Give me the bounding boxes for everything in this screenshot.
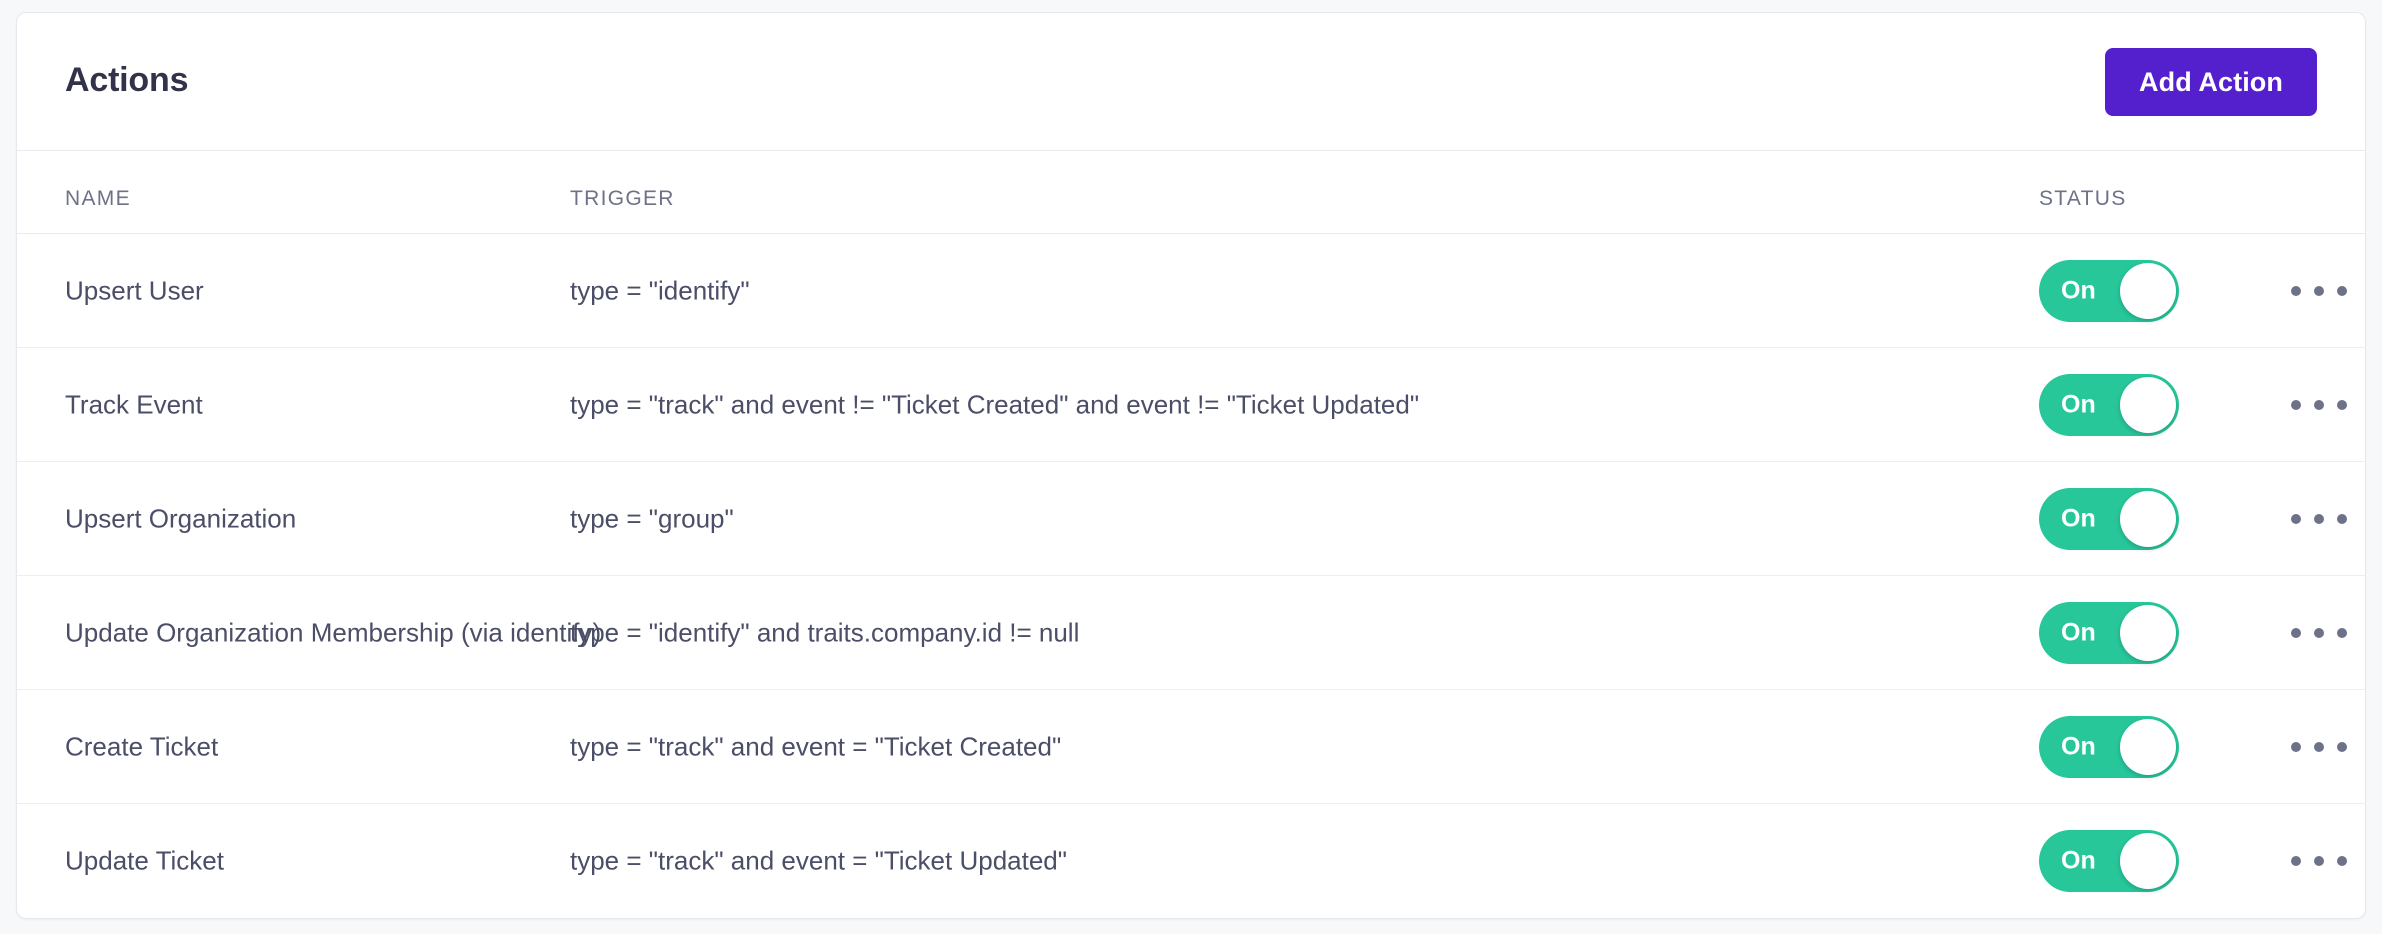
- table-row[interactable]: Update Ticket type = "track" and event = …: [17, 804, 2365, 918]
- ellipsis-horizontal-icon: [2337, 399, 2347, 410]
- ellipsis-horizontal-icon: [2314, 285, 2324, 296]
- status-toggle-label: On: [2061, 732, 2096, 760]
- ellipsis-horizontal-icon: [2314, 399, 2324, 410]
- status-toggle-knob: [2120, 376, 2176, 433]
- ellipsis-horizontal-icon: [2314, 513, 2324, 524]
- status-toggle-knob: [2120, 604, 2176, 661]
- ellipsis-horizontal-icon: [2291, 513, 2301, 524]
- ellipsis-horizontal-icon: [2291, 856, 2301, 866]
- ellipsis-horizontal-icon: [2337, 513, 2347, 524]
- table-body: Upsert User type = "identify" On Track Even…: [17, 234, 2365, 918]
- column-header-status: STATUS: [2039, 187, 2127, 210]
- card-header: Actions Add Action: [17, 13, 2365, 151]
- action-name: Update Ticket: [65, 845, 224, 876]
- ellipsis-horizontal-icon: [2337, 285, 2347, 296]
- status-toggle-knob: [2120, 833, 2176, 889]
- status-toggle-label: On: [2061, 846, 2096, 875]
- action-trigger: type = "track" and event = "Ticket Creat…: [570, 730, 1062, 761]
- row-actions-menu-button[interactable]: [2289, 841, 2349, 881]
- ellipsis-horizontal-icon: [2291, 399, 2301, 410]
- table-row[interactable]: Create Ticket type = "track" and event = …: [17, 690, 2365, 804]
- action-name: Upsert Organization: [65, 502, 297, 533]
- action-name: Update Organization Membership (via iden…: [65, 616, 602, 647]
- action-name: Upsert User: [65, 274, 204, 305]
- table-row[interactable]: Track Event type = "track" and event != "…: [17, 348, 2365, 462]
- action-trigger: type = "track" and event != "Ticket Crea…: [570, 388, 1420, 419]
- status-toggle-label: On: [2061, 276, 2096, 304]
- ellipsis-horizontal-icon: [2291, 285, 2301, 296]
- row-actions-menu-button[interactable]: [2289, 613, 2349, 653]
- action-trigger: type = "group": [570, 502, 734, 533]
- ellipsis-horizontal-icon: [2314, 856, 2324, 866]
- ellipsis-horizontal-icon: [2337, 856, 2347, 866]
- status-toggle[interactable]: On: [2039, 487, 2179, 550]
- row-actions-menu-button[interactable]: [2289, 499, 2349, 539]
- row-actions-menu-button[interactable]: [2289, 271, 2349, 311]
- action-trigger: type = "identify": [570, 274, 750, 305]
- status-toggle-knob: [2120, 490, 2176, 547]
- ellipsis-horizontal-icon: [2337, 627, 2347, 638]
- ellipsis-horizontal-icon: [2291, 627, 2301, 638]
- status-toggle-knob: [2120, 262, 2176, 319]
- action-name: Create Ticket: [65, 730, 219, 761]
- row-actions-menu-button[interactable]: [2289, 727, 2349, 767]
- column-header-name: NAME: [65, 187, 131, 210]
- page-title: Actions: [65, 61, 189, 99]
- status-toggle-label: On: [2061, 390, 2096, 418]
- status-toggle-knob: [2120, 718, 2176, 775]
- column-header-trigger: TRIGGER: [570, 187, 675, 210]
- action-trigger: type = "track" and event = "Ticket Updat…: [570, 845, 1067, 876]
- page-root: Actions Add Action NAME TRIGGER STATUS U…: [0, 0, 2382, 934]
- status-toggle-label: On: [2061, 504, 2096, 532]
- table-row[interactable]: Upsert Organization type = "group" On: [17, 462, 2365, 576]
- status-toggle[interactable]: On: [2039, 259, 2179, 322]
- row-actions-menu-button[interactable]: [2289, 385, 2349, 425]
- table-row[interactable]: Upsert User type = "identify" On: [17, 234, 2365, 348]
- ellipsis-horizontal-icon: [2291, 741, 2301, 752]
- status-toggle[interactable]: On: [2039, 830, 2179, 892]
- status-toggle[interactable]: On: [2039, 601, 2179, 664]
- action-trigger: type = "identify" and traits.company.id …: [570, 616, 1080, 647]
- action-name: Track Event: [65, 388, 203, 419]
- status-toggle[interactable]: On: [2039, 373, 2179, 436]
- ellipsis-horizontal-icon: [2314, 627, 2324, 638]
- add-action-button[interactable]: Add Action: [2105, 48, 2317, 116]
- actions-card: Actions Add Action NAME TRIGGER STATUS U…: [16, 12, 2366, 919]
- table-header-row: NAME TRIGGER STATUS: [17, 151, 2365, 234]
- ellipsis-horizontal-icon: [2337, 741, 2347, 752]
- ellipsis-horizontal-icon: [2314, 741, 2324, 752]
- actions-table: NAME TRIGGER STATUS Upsert User type = "i…: [17, 151, 2365, 918]
- table-row[interactable]: Update Organization Membership (via iden…: [17, 576, 2365, 690]
- status-toggle[interactable]: On: [2039, 715, 2179, 778]
- status-toggle-label: On: [2061, 618, 2096, 646]
